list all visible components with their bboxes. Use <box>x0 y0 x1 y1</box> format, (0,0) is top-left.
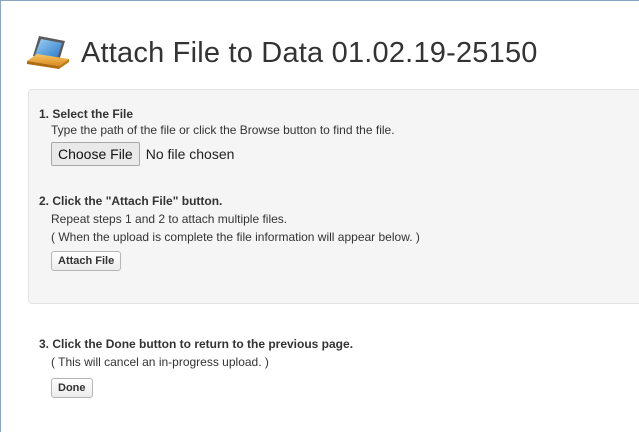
step-2: 2. Click the "Attach File" button. Repea… <box>39 193 420 271</box>
step-2-heading: 2. Click the "Attach File" button. <box>39 194 223 208</box>
choose-file-button[interactable]: Choose File <box>51 142 140 166</box>
step-3-note: ( This will cancel an in-progress upload… <box>51 355 269 369</box>
step-3-heading: 3. Click the Done button to return to th… <box>39 337 354 351</box>
file-picker: Choose File No file chosen <box>51 142 395 166</box>
step-3: 3. Click the Done button to return to th… <box>39 336 353 398</box>
file-status-text: No file chosen <box>145 146 235 162</box>
page-title: Attach File to Data 01.02.19-25150 <box>81 36 538 69</box>
step-1: 1. Select the File Type the path of the … <box>39 106 395 166</box>
laptop-icon <box>27 36 69 69</box>
attach-file-button[interactable]: Attach File <box>51 251 122 271</box>
page-frame: Attach File to Data 01.02.19-25150 1. Se… <box>0 0 639 432</box>
step-1-instructions: Type the path of the file or click the B… <box>51 123 395 137</box>
step-1-heading: 1. Select the File <box>39 107 134 121</box>
step-2-note: ( When the upload is complete the file i… <box>51 230 420 244</box>
step-2-instructions: Repeat steps 1 and 2 to attach multiple … <box>51 212 288 226</box>
page-header: Attach File to Data 01.02.19-25150 <box>25 33 538 73</box>
done-button[interactable]: Done <box>51 378 93 398</box>
